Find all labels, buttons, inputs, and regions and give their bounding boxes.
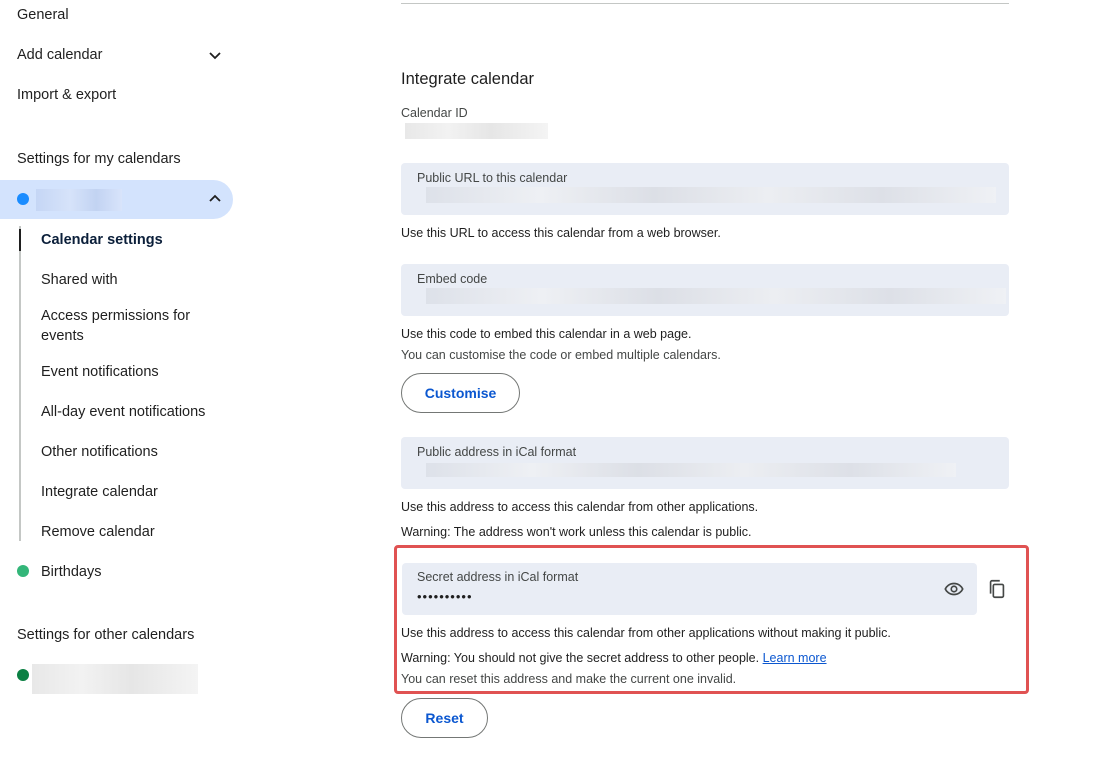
birthdays-color-dot — [17, 565, 29, 577]
secret-ical-value: •••••••••• — [417, 589, 473, 604]
calendar-color-dot — [17, 193, 29, 205]
secret-ical-label: Secret address in iCal format — [417, 570, 579, 584]
sidebar-item-calendar-settings[interactable]: Calendar settings — [41, 230, 216, 250]
public-ical-help-1: Use this address to access this calendar… — [401, 500, 759, 514]
sidebar-item-shared-with[interactable]: Shared with — [41, 270, 216, 290]
sidebar-item-birthdays[interactable]: Birthdays — [41, 562, 216, 582]
secret-ical-warning-text: Warning: You should not give the secret … — [401, 651, 760, 665]
calendar-name-redacted — [36, 189, 122, 211]
embed-code-value-redacted — [426, 288, 1006, 304]
learn-more-link[interactable]: Learn more — [763, 651, 827, 665]
secret-ical-help-1: Use this address to access this calendar… — [401, 626, 891, 640]
sidebar-item-integrate-calendar[interactable]: Integrate calendar — [41, 482, 216, 502]
public-ical-value-redacted — [426, 463, 956, 477]
chevron-down-icon[interactable] — [207, 47, 223, 63]
sidebar-item-add-calendar[interactable]: Add calendar — [17, 47, 102, 63]
my-calendars-heading: Settings for my calendars — [17, 151, 181, 167]
embed-help-2: You can customise the code or embed mult… — [401, 348, 721, 362]
public-url-help: Use this URL to access this calendar fro… — [401, 226, 721, 240]
other-calendars-heading: Settings for other calendars — [17, 627, 195, 643]
secret-ical-help-3: You can reset this address and make the … — [401, 672, 737, 686]
sidebar-item-all-day-notifications[interactable]: All-day event notifications — [41, 402, 216, 422]
sidebar-item-access-permissions[interactable]: Access permissions for events — [41, 306, 216, 346]
submenu-active-indicator — [19, 229, 21, 251]
section-divider — [401, 3, 1009, 4]
secret-ical-field[interactable]: Secret address in iCal format •••••••••• — [402, 563, 977, 615]
settings-sidebar: General Add calendar Import & export Set… — [0, 0, 240, 759]
sidebar-item-remove-calendar[interactable]: Remove calendar — [41, 522, 216, 542]
chevron-up-icon[interactable] — [207, 191, 223, 207]
sidebar-item-event-notifications[interactable]: Event notifications — [41, 362, 216, 382]
other-calendar-name-redacted[interactable] — [32, 664, 198, 694]
sidebar-item-other-notifications[interactable]: Other notifications — [41, 442, 216, 462]
embed-help-1: Use this code to embed this calendar in … — [401, 327, 692, 341]
embed-code-field[interactable]: Embed code — [401, 264, 1009, 316]
public-url-field[interactable]: Public URL to this calendar — [401, 163, 1009, 215]
embed-code-label: Embed code — [417, 272, 488, 286]
sidebar-item-general[interactable]: General — [17, 7, 69, 23]
secret-ical-help-2: Warning: You should not give the secret … — [401, 651, 827, 665]
public-url-value-redacted — [426, 187, 996, 203]
section-title: Integrate calendar — [401, 70, 535, 88]
calendar-id-value-redacted — [405, 123, 548, 139]
public-ical-field[interactable]: Public address in iCal format — [401, 437, 1009, 489]
eye-icon[interactable] — [943, 578, 965, 600]
sidebar-item-import-export[interactable]: Import & export — [17, 87, 116, 103]
submenu-rail — [19, 226, 21, 541]
public-ical-label: Public address in iCal format — [417, 445, 577, 459]
public-ical-help-2: Warning: The address won't work unless t… — [401, 525, 752, 539]
copy-icon[interactable] — [986, 578, 1008, 600]
reset-button[interactable]: Reset — [401, 698, 488, 738]
public-url-label: Public URL to this calendar — [417, 171, 568, 185]
customise-button[interactable]: Customise — [401, 373, 520, 413]
other-calendar-color-dot — [17, 669, 29, 681]
calendar-id-label: Calendar ID — [401, 106, 468, 120]
